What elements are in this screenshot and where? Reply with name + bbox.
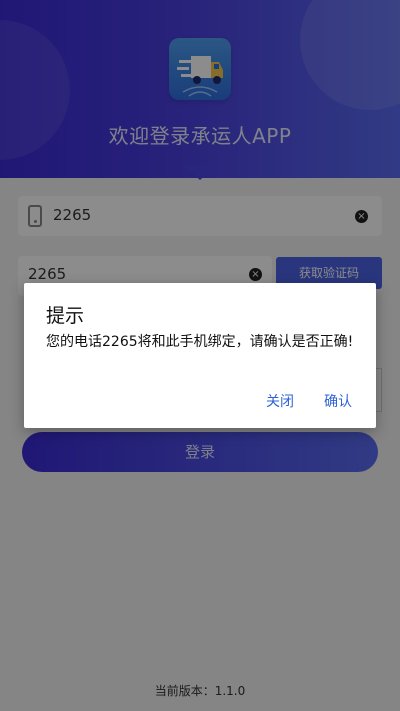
close-button[interactable]: 关闭 (266, 391, 294, 411)
dialog-message: 您的电话2265将和此手机绑定，请确认是否正确! (46, 334, 354, 350)
confirm-dialog: 提示 您的电话2265将和此手机绑定，请确认是否正确! 关闭 确认 (24, 283, 376, 428)
dialog-title: 提示 (46, 305, 85, 327)
login-screen: 欢迎登录承运人APP 2265 × 2265 × 获取验证码 登录 当前版本：1… (0, 0, 400, 711)
confirm-button[interactable]: 确认 (324, 391, 352, 411)
